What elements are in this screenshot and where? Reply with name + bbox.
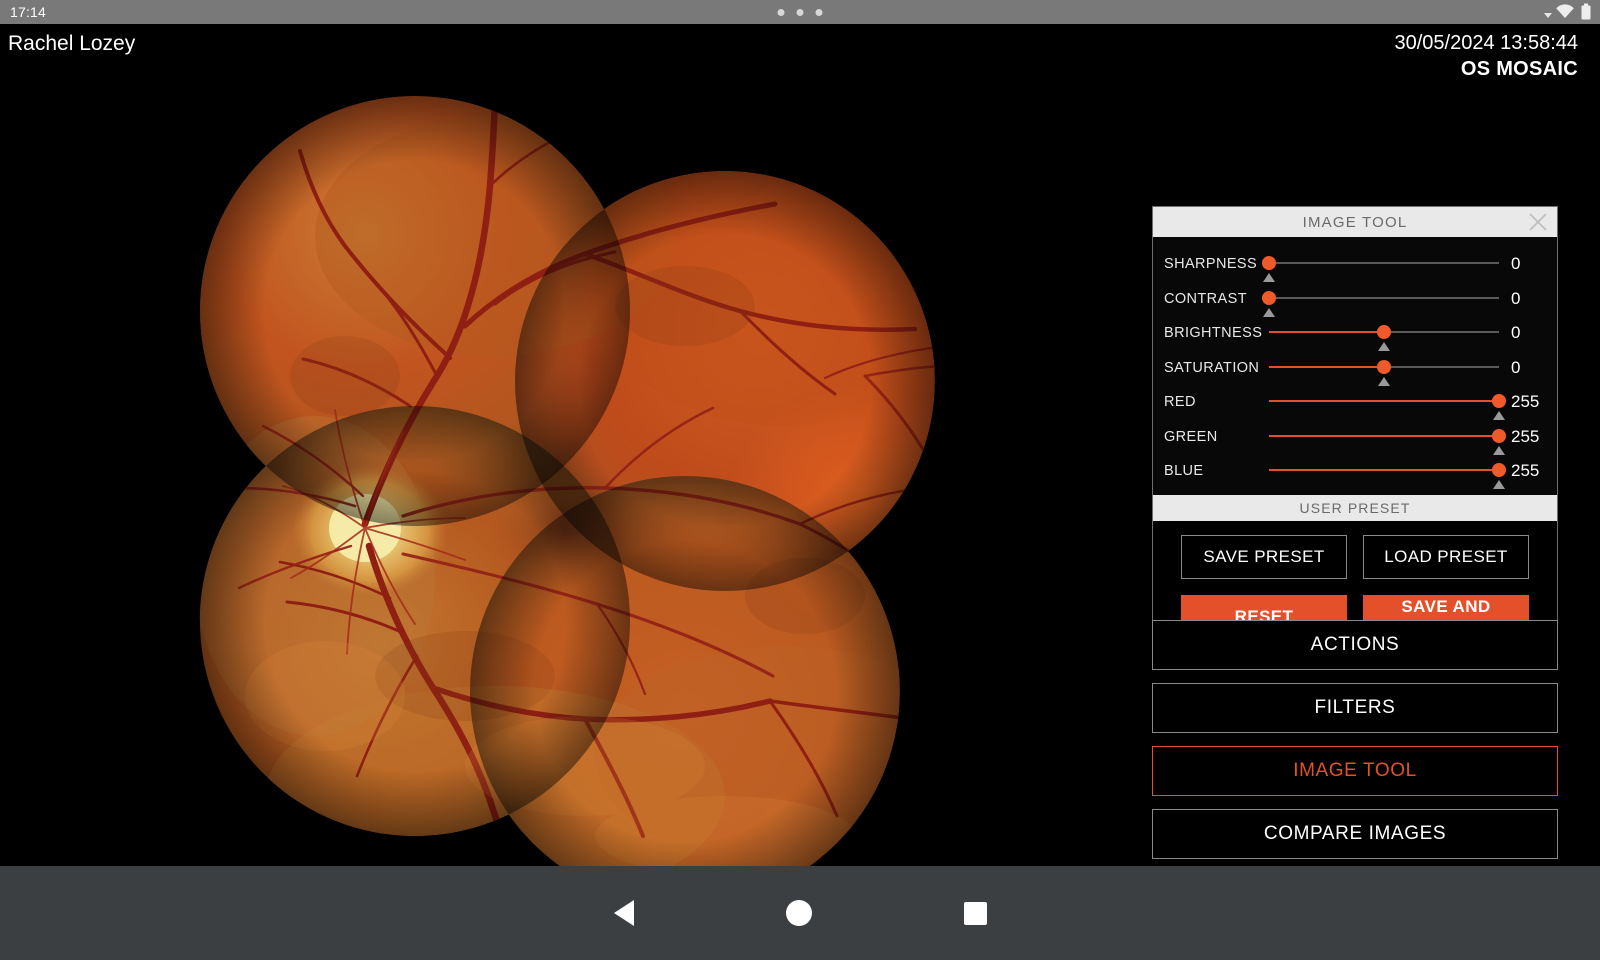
slider-thumb[interactable] [1262, 256, 1276, 271]
slider-row-brightness[interactable]: BRIGHTNESS 0 [1153, 316, 1557, 352]
slider-fill [1269, 434, 1499, 437]
status-bar-clock: 17:14 [10, 4, 47, 20]
slider-label: BLUE [1164, 463, 1204, 480]
android-status-bar: 17:14 [0, 0, 1600, 24]
notification-dot [815, 8, 823, 16]
app-root: 17:14 Rachel Lozey 30/05/2024 13:58:44 O… [0, 0, 1600, 960]
slider-marker-icon [1493, 480, 1505, 490]
close-icon[interactable] [1527, 211, 1549, 233]
user-preset-header: USER PRESET [1153, 494, 1557, 521]
slider-label: BRIGHTNESS [1164, 325, 1263, 342]
slider-row-contrast[interactable]: CONTRAST 0 [1153, 282, 1557, 317]
slider-value: 0 [1511, 288, 1521, 308]
recents-icon[interactable] [963, 901, 987, 925]
slider-value: 255 [1511, 461, 1540, 481]
slider-label: RED [1164, 394, 1196, 411]
slider-label: GREEN [1164, 428, 1218, 445]
load-preset-button[interactable]: LOAD PRESET [1363, 534, 1529, 579]
slider-value: 255 [1511, 392, 1540, 412]
status-bar-system-icons [1544, 3, 1592, 21]
slider-thumb[interactable] [1377, 359, 1391, 374]
slider-label: SATURATION [1164, 359, 1260, 376]
slider-track-bg [1269, 296, 1499, 299]
back-icon[interactable] [613, 900, 634, 926]
slider-track-saturation[interactable] [1269, 351, 1499, 386]
menu-item-image-tool[interactable]: IMAGE TOOL [1152, 746, 1558, 796]
notification-dot [777, 8, 785, 16]
android-nav-bar [0, 866, 1600, 960]
slider-track-contrast[interactable] [1262, 282, 1499, 317]
slider-value: 0 [1511, 357, 1521, 377]
tool-menu: ACTIONS FILTERS IMAGE TOOL COMPARE IMAGE… [1152, 620, 1558, 872]
wifi-icon [1556, 4, 1574, 19]
study-eye-label: OS MOSAIC [1460, 58, 1578, 80]
slider-row-saturation[interactable]: SATURATION 0 [1153, 351, 1557, 386]
dropdown-caret-icon [1544, 12, 1552, 18]
slider-row-blue[interactable]: BLUE 255 [1153, 454, 1557, 490]
menu-item-compare-images[interactable]: COMPARE IMAGES [1152, 809, 1558, 859]
fundus-mosaic-image[interactable] [165, 86, 985, 866]
menu-item-actions[interactable]: ACTIONS [1152, 620, 1558, 670]
slider-thumb[interactable] [1492, 428, 1506, 443]
app-header: Rachel Lozey 30/05/2024 13:58:44 OS MOSA… [0, 24, 1600, 86]
slider-fill [1269, 331, 1384, 334]
status-bar-notification-dots [777, 8, 823, 16]
slider-value: 0 [1511, 254, 1521, 274]
adjustment-sliders: SHARPNESS 0 CONTRAST 0 BRIGHTNESS 0 SATU… [1153, 237, 1557, 495]
battery-icon [1581, 3, 1591, 20]
slider-track-sharpness[interactable] [1262, 247, 1499, 283]
menu-item-filters[interactable]: FILTERS [1152, 683, 1558, 733]
slider-track-green[interactable] [1269, 420, 1506, 455]
notification-dot [796, 8, 804, 16]
slider-track-blue[interactable] [1269, 454, 1506, 490]
slider-track-red[interactable] [1269, 385, 1506, 421]
image-tool-panel-title: IMAGE TOOL [1302, 213, 1408, 231]
slider-track-brightness[interactable] [1269, 316, 1499, 352]
slider-thumb[interactable] [1377, 325, 1391, 340]
slider-row-sharpness[interactable]: SHARPNESS 0 [1153, 247, 1557, 283]
study-datetime: 30/05/2024 13:58:44 [1394, 32, 1578, 54]
image-tool-panel: IMAGE TOOL SHARPNESS 0 CONTRAST 0 BRIGHT… [1152, 206, 1558, 656]
user-preset-title: USER PRESET [1299, 499, 1411, 516]
slider-row-red[interactable]: RED 255 [1153, 385, 1557, 421]
slider-fill [1269, 400, 1499, 403]
image-viewer[interactable] [0, 86, 1150, 866]
slider-label: SHARPNESS [1164, 256, 1258, 273]
save-preset-button[interactable]: SAVE PRESET [1181, 534, 1347, 579]
slider-fill [1269, 469, 1499, 472]
home-icon[interactable] [785, 900, 812, 926]
slider-row-green[interactable]: GREEN 255 [1153, 420, 1557, 455]
slider-value: 0 [1511, 323, 1521, 343]
slider-label: CONTRAST [1164, 290, 1247, 307]
study-meta: 30/05/2024 13:58:44 OS MOSAIC [1394, 30, 1578, 82]
slider-fill [1269, 365, 1384, 368]
slider-thumb[interactable] [1262, 290, 1276, 305]
patient-name: Rachel Lozey [8, 32, 136, 55]
slider-value: 255 [1511, 426, 1540, 446]
image-tool-panel-header: IMAGE TOOL [1153, 207, 1557, 237]
slider-track-bg [1269, 262, 1499, 265]
